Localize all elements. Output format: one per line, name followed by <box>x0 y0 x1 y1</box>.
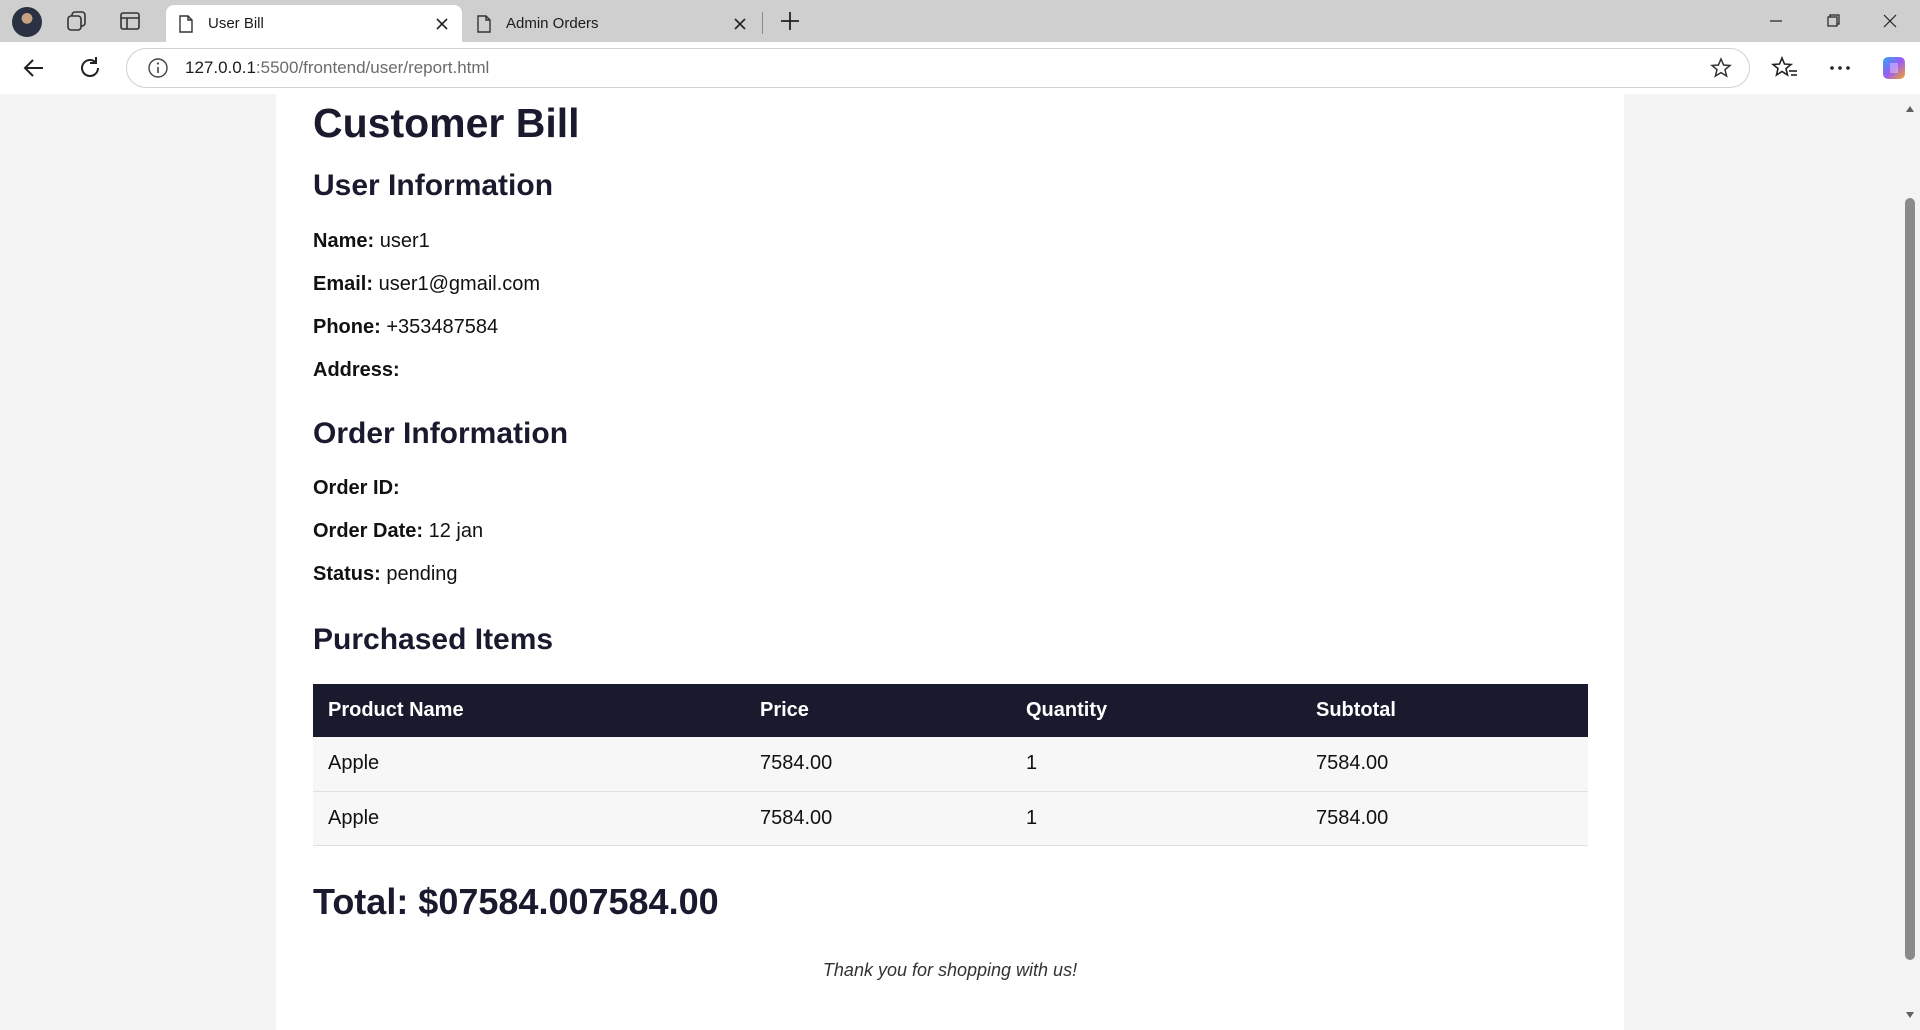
tab-title: User Bill <box>208 15 264 32</box>
status-row: Status: pending <box>313 563 458 586</box>
more-options-icon[interactable] <box>1826 54 1854 82</box>
site-info-icon[interactable] <box>147 57 169 79</box>
back-icon[interactable] <box>20 54 48 82</box>
product-name-cell: Apple <box>313 737 745 792</box>
address-row: Address: <box>313 359 400 382</box>
name-row: Name: user1 <box>313 230 430 253</box>
table-row: Apple 7584.00 1 7584.00 <box>313 791 1588 846</box>
order-id-row: Order ID: <box>313 477 400 500</box>
thank-you-message: Thank you for shopping with us! <box>822 960 1078 980</box>
phone-label: Phone: <box>313 316 381 338</box>
column-header-price: Price <box>760 699 809 721</box>
quantity-cell: 1 <box>1011 791 1301 846</box>
name-value: user1 <box>379 230 430 252</box>
order-info-heading: Order Information <box>313 417 569 450</box>
vertical-scrollbar[interactable] <box>1900 94 1920 1030</box>
workspaces-icon[interactable] <box>65 10 89 32</box>
tab-admin-orders[interactable]: Admin Orders <box>464 5 760 42</box>
name-label: Name: <box>313 230 375 252</box>
price-cell: 7584.00 <box>745 737 1011 792</box>
product-name-cell: Apple <box>313 791 745 846</box>
price-cell: 7584.00 <box>745 791 1011 846</box>
tab-user-bill[interactable]: User Bill <box>166 5 462 42</box>
order-total: Total: $07584.007584.00 <box>313 881 719 922</box>
minimize-icon[interactable] <box>1756 8 1796 34</box>
email-row: Email: user1@gmail.com <box>313 273 540 296</box>
close-tab-icon[interactable] <box>732 16 748 32</box>
column-header-quantity: Quantity <box>1026 699 1108 721</box>
scroll-down-arrow-icon[interactable] <box>1905 1010 1915 1020</box>
order-date-label: Order Date: <box>313 520 424 542</box>
column-header-product-name: Product Name <box>328 699 464 721</box>
purchased-items-heading: Purchased Items <box>313 623 554 656</box>
phone-row: Phone: +353487584 <box>313 316 498 339</box>
status-label: Status: <box>313 563 381 585</box>
page-title: Customer Bill <box>313 100 580 146</box>
email-value: user1@gmail.com <box>378 273 541 295</box>
url-path: :5500/frontend/user/report.html <box>255 58 490 77</box>
subtotal-cell: 7584.00 <box>1301 737 1588 792</box>
tab-strip: User Bill Admin Orders <box>0 0 1920 42</box>
subtotal-cell: 7584.00 <box>1301 791 1588 846</box>
table-row: Apple 7584.00 1 7584.00 <box>313 737 1588 792</box>
page-icon <box>179 14 193 33</box>
table-header-row: Product Name Price Quantity Subtotal <box>313 684 1588 737</box>
favorites-icon[interactable] <box>1771 54 1799 82</box>
items-table: Product Name Price Quantity Subtotal App… <box>313 684 1588 846</box>
bill-container: Customer Bill User Information Name: use… <box>276 94 1624 1030</box>
address-label: Address: <box>313 359 400 381</box>
tab-title: Admin Orders <box>506 15 599 32</box>
add-favorite-icon[interactable] <box>1709 56 1733 80</box>
profile-avatar[interactable] <box>12 7 42 37</box>
status-value: pending <box>386 563 458 585</box>
email-label: Email: <box>313 273 374 295</box>
url-host: 127.0.0.1 <box>185 58 256 77</box>
quantity-cell: 1 <box>1011 737 1301 792</box>
tab-separator <box>762 12 763 34</box>
address-bar[interactable]: 127.0.0.1:5500/frontend/user/report.html <box>126 48 1750 88</box>
scrollbar-thumb[interactable] <box>1905 198 1915 960</box>
user-info-heading: User Information <box>313 169 554 202</box>
close-window-icon[interactable] <box>1870 8 1910 34</box>
reload-icon[interactable] <box>76 54 104 82</box>
column-header-subtotal: Subtotal <box>1316 699 1396 721</box>
page-icon <box>477 14 491 33</box>
tab-actions-icon[interactable] <box>118 10 142 32</box>
order-date-value: 12 jan <box>428 520 484 542</box>
order-date-row: Order Date: 12 jan <box>313 520 483 543</box>
copilot-icon[interactable] <box>1880 54 1908 82</box>
url-text[interactable]: 127.0.0.1:5500/frontend/user/report.html <box>185 58 1709 78</box>
page-viewport: Customer Bill User Information Name: use… <box>0 94 1900 1030</box>
new-tab-icon[interactable] <box>778 9 802 33</box>
order-id-label: Order ID: <box>313 477 400 499</box>
scroll-up-arrow-icon[interactable] <box>1905 104 1915 114</box>
restore-icon[interactable] <box>1813 8 1853 34</box>
close-tab-icon[interactable] <box>434 16 450 32</box>
phone-value: +353487584 <box>386 316 499 338</box>
